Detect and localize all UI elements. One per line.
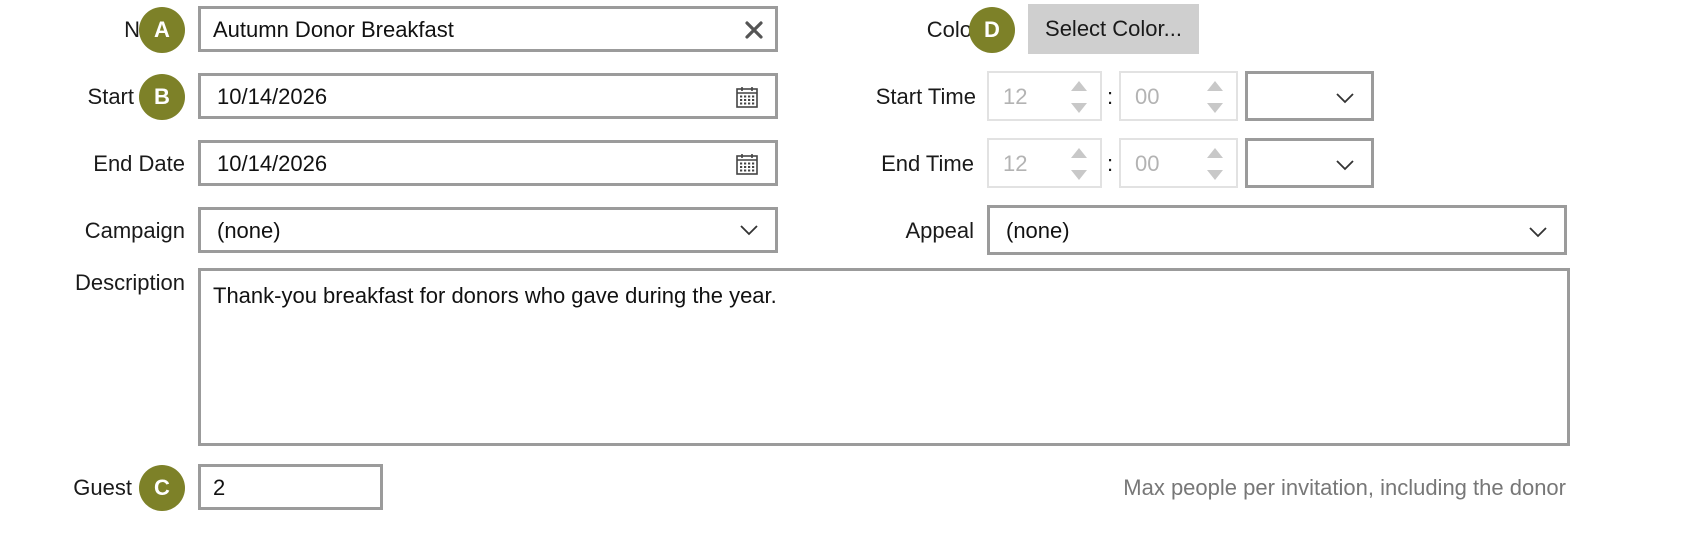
- calendar-icon[interactable]: [733, 83, 761, 111]
- time-separator: :: [1107, 151, 1114, 176]
- end-hour-stepper[interactable]: 12: [987, 138, 1102, 188]
- chevron-down-icon: [1526, 222, 1550, 242]
- appeal-dropdown[interactable]: (none): [987, 205, 1567, 255]
- start-hour-stepper[interactable]: 12: [987, 71, 1102, 121]
- start-ampm-dropdown[interactable]: [1245, 71, 1374, 121]
- end-hour-value: 12: [1003, 151, 1028, 176]
- end-minute-stepper[interactable]: 00: [1119, 138, 1238, 188]
- start-date-input[interactable]: 10/14/2026: [198, 73, 778, 119]
- end-date-input[interactable]: 10/14/2026: [198, 140, 778, 186]
- chevron-down-icon: [1333, 88, 1357, 108]
- name-value: Autumn Donor Breakfast: [213, 17, 454, 42]
- end-time-label: End Time: [881, 151, 974, 176]
- select-color-button[interactable]: Select Color...: [1028, 4, 1199, 54]
- badge-d: D: [969, 7, 1015, 53]
- end-date-label: End Date: [93, 151, 185, 176]
- start-minute-stepper[interactable]: 00: [1119, 71, 1238, 121]
- name-label: N: [124, 17, 140, 42]
- increment-icon[interactable]: [1207, 148, 1223, 158]
- campaign-value: (none): [217, 218, 281, 243]
- increment-icon[interactable]: [1207, 81, 1223, 91]
- start-date-value: 10/14/2026: [217, 84, 328, 109]
- badge-b: B: [139, 74, 185, 120]
- end-date-value: 10/14/2026: [217, 151, 328, 176]
- badge-c: C: [139, 465, 185, 511]
- start-hour-value: 12: [1003, 84, 1028, 109]
- chevron-down-icon: [1333, 155, 1357, 175]
- increment-icon[interactable]: [1071, 148, 1087, 158]
- campaign-dropdown[interactable]: (none): [198, 207, 778, 253]
- decrement-icon[interactable]: [1207, 170, 1223, 180]
- decrement-icon[interactable]: [1207, 103, 1223, 113]
- guest-input[interactable]: 2: [198, 464, 383, 510]
- calendar-icon[interactable]: [733, 150, 761, 178]
- end-ampm-dropdown[interactable]: [1245, 138, 1374, 188]
- appeal-label: Appeal: [905, 218, 974, 243]
- description-label: Description: [74, 270, 185, 295]
- color-label: Colo: [926, 17, 972, 42]
- campaign-label: Campaign: [84, 218, 185, 243]
- time-separator: :: [1107, 84, 1114, 109]
- close-icon[interactable]: [741, 17, 767, 43]
- start-minute-value: 00: [1135, 84, 1160, 109]
- increment-icon[interactable]: [1071, 81, 1087, 91]
- guest-hint: Max people per invitation, including the…: [1123, 475, 1566, 500]
- decrement-icon[interactable]: [1071, 170, 1087, 180]
- guest-label: Guest: [73, 475, 132, 500]
- description-value: Thank-you breakfast for donors who gave …: [213, 283, 777, 308]
- chevron-down-icon: [737, 220, 761, 240]
- appeal-value: (none): [1006, 218, 1070, 243]
- name-input[interactable]: Autumn Donor Breakfast: [198, 6, 778, 52]
- start-time-label: Start Time: [875, 84, 976, 109]
- description-textarea[interactable]: Thank-you breakfast for donors who gave …: [198, 268, 1570, 446]
- badge-a: A: [139, 7, 185, 53]
- decrement-icon[interactable]: [1071, 103, 1087, 113]
- guest-value: 2: [213, 475, 226, 500]
- end-minute-value: 00: [1135, 151, 1160, 176]
- start-date-label: Start: [87, 84, 134, 109]
